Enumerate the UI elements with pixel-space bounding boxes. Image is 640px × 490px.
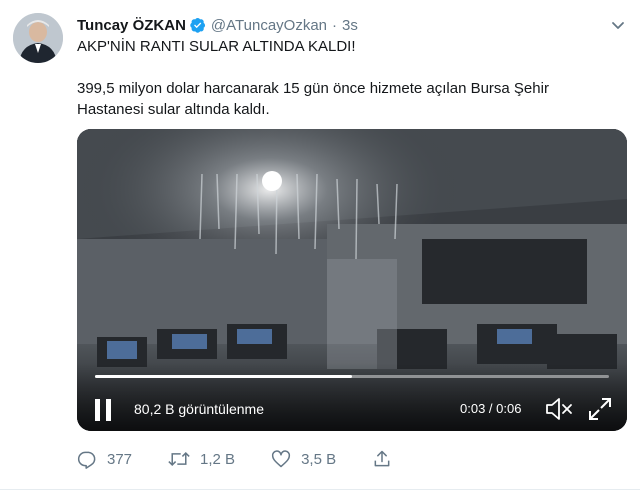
video-progress-fill: [95, 375, 352, 378]
pause-icon: [106, 399, 111, 421]
verified-badge-icon: [190, 17, 206, 33]
tweet-body: 399,5 milyon dolar harcanarak 15 gün önc…: [77, 80, 549, 118]
retweet-count: 1,2 B: [200, 450, 236, 468]
reply-button[interactable]: 377: [77, 449, 132, 469]
share-icon: [374, 450, 390, 467]
share-button[interactable]: [372, 449, 402, 469]
chevron-down-icon[interactable]: [610, 17, 626, 33]
author-name[interactable]: Tuncay ÖZKAN: [77, 17, 186, 34]
like-button[interactable]: 3,5 B: [271, 449, 336, 469]
video-progress-bar[interactable]: [95, 375, 609, 378]
separator-dot: ·: [332, 16, 338, 34]
fullscreen-button[interactable]: [587, 396, 613, 422]
mute-icon: [546, 398, 572, 420]
like-count: 3,5 B: [301, 450, 337, 468]
reply-count: 377: [107, 450, 133, 468]
tweet-timestamp[interactable]: 3s: [342, 17, 358, 34]
view-count: 80,2 B görüntülenme: [134, 401, 264, 417]
tweet-actions: 377 1,2 B 3,5 B: [77, 447, 438, 471]
mute-button[interactable]: [545, 396, 575, 422]
retweet-button[interactable]: 1,2 B: [168, 449, 235, 469]
reply-icon: [77, 451, 96, 469]
video-time: 0:03 / 0:06: [460, 401, 522, 416]
tweet-header: Tuncay ÖZKAN @ATuncayOzkan · 3s: [77, 14, 626, 36]
author-handle[interactable]: @ATuncayOzkan: [211, 17, 327, 34]
heart-icon: [271, 450, 291, 468]
retweet-icon: [168, 451, 190, 467]
tweet-headline: AKP'NİN RANTI SULAR ALTINDA KALDI!: [77, 38, 356, 55]
pause-icon: [95, 399, 100, 421]
avatar[interactable]: [13, 13, 63, 63]
avatar-image: [13, 13, 63, 63]
pause-button[interactable]: [95, 399, 113, 421]
video-player[interactable]: 80,2 B görüntülenme 0:03 / 0:06: [77, 129, 627, 431]
fullscreen-icon: [589, 398, 611, 420]
